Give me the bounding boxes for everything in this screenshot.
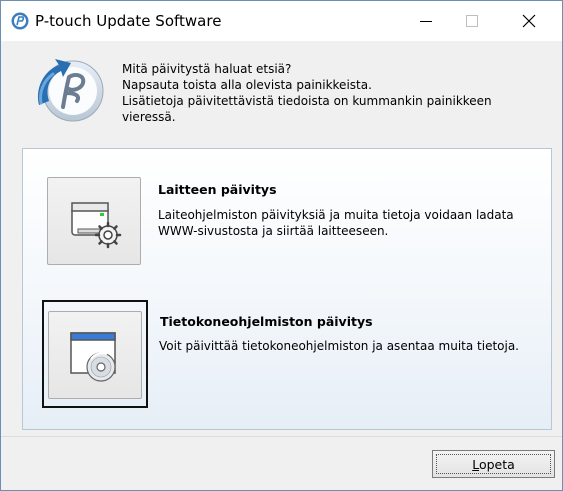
window-disc-icon — [70, 332, 116, 382]
intro-line: Lisätietoja päivitettävistä tiedoista on… — [122, 94, 492, 108]
minimize-icon — [420, 21, 432, 22]
printer-gear-icon — [71, 202, 122, 249]
computer-software-update-title: Tietokoneohjelmiston päivitys — [160, 314, 373, 329]
app-window: P-touch Update Software Mitä päivitystä … — [0, 0, 563, 491]
maximize-icon — [466, 15, 478, 27]
computer-software-update-description: Voit päivittää tietokoneohjelmiston ja a… — [159, 338, 519, 354]
description-line: WWW-sivustosta ja siirtää laitteeseen. — [158, 224, 389, 238]
minimize-button[interactable] — [403, 1, 449, 41]
window-title: P-touch Update Software — [35, 12, 222, 30]
quit-button[interactable]: Lopeta — [432, 450, 555, 478]
intro-text: Mitä päivitystä haluat etsiä? Napsauta t… — [122, 61, 542, 125]
device-update-description: Laiteohjelmiston päivityksiä ja muita ti… — [158, 207, 514, 239]
footer-separator — [1, 436, 562, 437]
intro-line: Mitä päivitystä haluat etsiä? — [122, 62, 292, 76]
description-line: Voit päivittää tietokoneohjelmiston ja a… — [159, 339, 519, 353]
maximize-button[interactable] — [449, 1, 495, 41]
intro-line: Napsauta toista alla olevista painikkeis… — [122, 78, 372, 92]
close-icon — [522, 14, 536, 28]
device-update-title: Laitteen päivitys — [158, 182, 277, 197]
app-icon — [11, 12, 29, 30]
description-line: Laiteohjelmiston päivityksiä ja muita ti… — [158, 208, 514, 222]
computer-software-update-button[interactable] — [48, 311, 142, 399]
title-bar: P-touch Update Software — [1, 1, 562, 41]
quit-focus-rect — [436, 454, 551, 474]
update-logo-icon — [37, 59, 104, 122]
device-update-button[interactable] — [47, 177, 141, 265]
intro-line: vieressä. — [122, 110, 176, 124]
close-button[interactable] — [506, 1, 552, 41]
